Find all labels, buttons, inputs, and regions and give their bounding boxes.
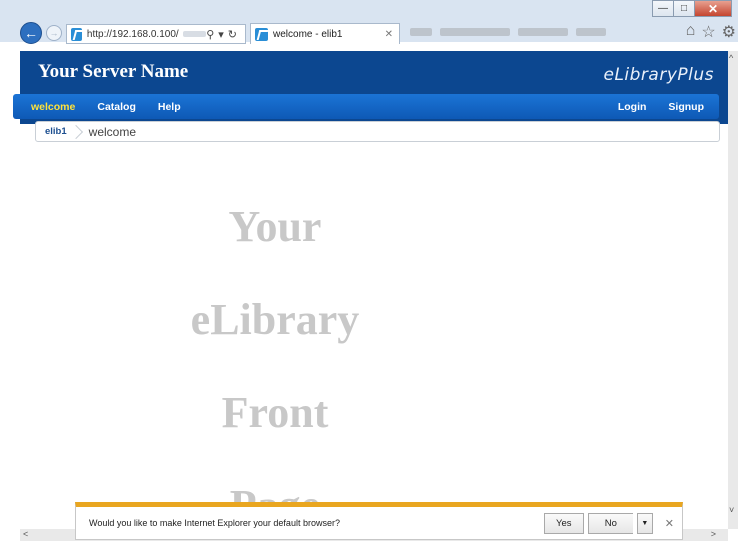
scroll-left-icon[interactable]: < [23,529,28,539]
address-bar[interactable]: http://192.168.0.100/ ⚲▾↻ [66,24,246,44]
front-line-1: Your [228,202,322,251]
nav-welcome[interactable]: welcome [20,101,86,113]
brand-logo: eLibraryPlus [603,65,714,85]
tab-welcome[interactable]: welcome - elib1 ✕ [250,23,400,44]
favorite-item[interactable] [410,28,432,36]
forward-arrow-icon[interactable]: → [46,25,62,41]
search-refresh-icons[interactable]: ⚲▾↻ [206,28,241,41]
site-favicon-icon [71,27,82,41]
favorites-bar [410,28,606,36]
scroll-down-icon[interactable]: ˅ [729,505,734,515]
chrome-icons: ⌂ ☆ ⚙ [686,22,736,42]
breadcrumb-current: welcome [88,124,137,139]
nav-login[interactable]: Login [607,101,658,113]
breadcrumb-root[interactable]: elib1 [36,126,73,137]
favorite-item[interactable] [440,28,510,36]
favorite-item[interactable] [576,28,606,36]
yes-button[interactable]: Yes [543,512,584,534]
main-nav: welcome Catalog Help Login Signup [13,94,719,119]
maximize-button[interactable]: □ [673,0,695,17]
vertical-scrollbar[interactable]: ^ ˅ [728,51,738,529]
tab-favicon-icon [255,27,268,41]
brand-suffix: Plus [677,65,714,85]
no-button[interactable]: No [587,512,633,534]
browser-chrome: — □ ✕ ← → http://192.168.0.100/ ⚲▾↻ welc… [0,0,738,44]
scroll-right-icon[interactable]: > [711,529,716,539]
home-icon[interactable]: ⌂ [686,22,696,42]
front-line-3: Front [221,388,329,437]
back-arrow-icon[interactable]: ← [20,22,42,44]
tab-close-icon[interactable]: ✕ [385,29,393,40]
nav-help[interactable]: Help [147,101,192,113]
window-controls: — □ ✕ [652,0,732,20]
nav-right: Login Signup [607,101,719,113]
server-name: Your Server Name [38,61,189,82]
notification-actions: Yes No ▼ ✕ [543,512,674,534]
close-window-button[interactable]: ✕ [694,0,732,17]
nav-signup[interactable]: Signup [657,101,715,113]
chevron-down-icon[interactable]: ▼ [636,512,653,534]
front-page-text: Your eLibrary Front Page [150,180,400,541]
address-url: http://192.168.0.100/ [86,28,179,40]
scroll-up-icon[interactable]: ^ [729,53,733,63]
front-line-2: eLibrary [190,295,360,344]
notification-message: Would you like to make Internet Explorer… [89,518,340,528]
star-icon[interactable]: ☆ [701,22,715,42]
nav-catalog[interactable]: Catalog [86,101,147,113]
default-browser-notification: Would you like to make Internet Explorer… [75,502,683,540]
url-blur [182,31,207,37]
brand-name: eLibrary [603,65,678,85]
gear-icon[interactable]: ⚙ [722,22,736,42]
breadcrumb: elib1 welcome [35,121,720,142]
favorite-item[interactable] [518,28,568,36]
close-icon[interactable]: ✕ [665,517,674,530]
tab-title: welcome - elib1 [273,28,343,40]
minimize-button[interactable]: — [652,0,674,17]
